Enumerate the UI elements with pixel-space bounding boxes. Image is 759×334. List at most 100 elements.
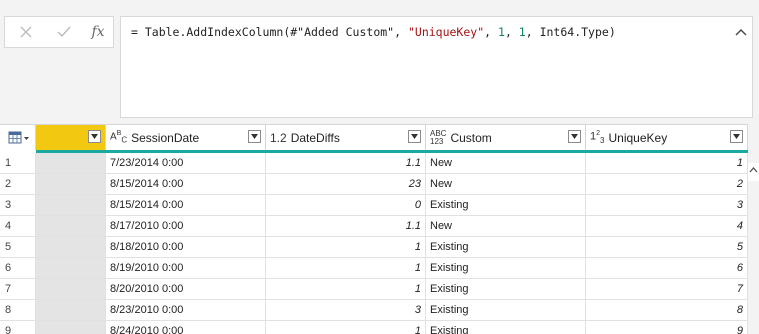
custom-cell[interactable]: New: [426, 174, 586, 195]
column-header-blank[interactable]: [36, 125, 106, 150]
blank-cell[interactable]: [36, 279, 106, 300]
uniquekey-cell[interactable]: 1: [586, 153, 748, 174]
formula-token: ,: [484, 25, 498, 39]
column-header-uniquekey[interactable]: 123 UniqueKey: [586, 125, 748, 150]
uniquekey-cell[interactable]: 3: [586, 195, 748, 216]
formula-token: ,: [394, 25, 408, 39]
datediffs-cell[interactable]: 3: [266, 300, 426, 321]
column-filter-dropdown[interactable]: [730, 130, 743, 143]
datediffs-cell[interactable]: 1: [266, 258, 426, 279]
column-filter-dropdown[interactable]: [408, 130, 421, 143]
collapse-formula-chevron-icon[interactable]: [734, 25, 748, 39]
row-number[interactable]: 1: [0, 153, 36, 174]
decimal-type-icon[interactable]: 1.2: [270, 131, 287, 145]
sessiondate-cell[interactable]: 8/24/2010 0:00: [106, 321, 266, 334]
table-row[interactable]: 3 8/15/2014 0:00 0 Existing 3: [0, 195, 748, 216]
datediffs-cell[interactable]: 1.1: [266, 153, 426, 174]
uniquekey-cell[interactable]: 7: [586, 279, 748, 300]
formula-bar-controls: fx: [0, 0, 118, 118]
uniquekey-cell[interactable]: 8: [586, 300, 748, 321]
formula-text[interactable]: = Table.AddIndexColumn(#"Added Custom" , …: [131, 25, 616, 39]
uniquekey-cell[interactable]: 2: [586, 174, 748, 195]
row-number[interactable]: 5: [0, 237, 36, 258]
column-header-datediffs[interactable]: 1.2 DateDiffs: [266, 125, 426, 150]
row-number[interactable]: 4: [0, 216, 36, 237]
blank-cell[interactable]: [36, 237, 106, 258]
uniquekey-cell[interactable]: 6: [586, 258, 748, 279]
table-row[interactable]: 2 8/15/2014 0:00 23 New 2: [0, 174, 748, 195]
custom-cell[interactable]: New: [426, 153, 586, 174]
chevron-down-icon: [733, 134, 740, 139]
commit-check-icon[interactable]: [50, 18, 78, 46]
formula-token: , Int64.Type): [525, 25, 616, 39]
column-filter-dropdown[interactable]: [88, 130, 101, 143]
custom-cell[interactable]: Existing: [426, 237, 586, 258]
sessiondate-cell[interactable]: 8/20/2010 0:00: [106, 279, 266, 300]
blank-cell[interactable]: [36, 300, 106, 321]
sessiondate-cell[interactable]: 8/17/2010 0:00: [106, 216, 266, 237]
sessiondate-cell[interactable]: 8/18/2010 0:00: [106, 237, 266, 258]
sessiondate-cell[interactable]: 8/15/2014 0:00: [106, 174, 266, 195]
table-row[interactable]: 7 8/20/2010 0:00 1 Existing 7: [0, 279, 748, 300]
table-row[interactable]: 6 8/19/2010 0:00 1 Existing 6: [0, 258, 748, 279]
scroll-up-arrow-icon[interactable]: [748, 163, 759, 181]
blank-cell[interactable]: [36, 174, 106, 195]
blank-cell[interactable]: [36, 195, 106, 216]
blank-cell[interactable]: [36, 153, 106, 174]
datediffs-cell[interactable]: 1: [266, 237, 426, 258]
formula-token: "Added Custom": [297, 25, 395, 39]
sessiondate-cell[interactable]: 7/23/2014 0:00: [106, 153, 266, 174]
datediffs-cell[interactable]: 23: [266, 174, 426, 195]
whole-number-type-icon[interactable]: 123: [590, 130, 604, 145]
uniquekey-cell[interactable]: 5: [586, 237, 748, 258]
sessiondate-cell[interactable]: 8/15/2014 0:00: [106, 195, 266, 216]
table-menu-button[interactable]: [0, 125, 36, 150]
row-number[interactable]: 8: [0, 300, 36, 321]
blank-cell[interactable]: [36, 321, 106, 334]
custom-cell[interactable]: Existing: [426, 321, 586, 334]
table-row[interactable]: 4 8/17/2010 0:00 1.1 New 4: [0, 216, 748, 237]
table-row[interactable]: 9 8/24/2010 0:00 1 Existing 9: [0, 321, 748, 334]
datediffs-cell[interactable]: 1.1: [266, 216, 426, 237]
fx-icon[interactable]: fx: [84, 18, 112, 46]
uniquekey-cell[interactable]: 9: [586, 321, 748, 334]
formula-token: = Table.AddIndexColumn(#: [131, 25, 298, 39]
custom-cell[interactable]: Existing: [426, 279, 586, 300]
sessiondate-cell[interactable]: 8/23/2010 0:00: [106, 300, 266, 321]
cancel-icon[interactable]: [12, 18, 40, 46]
table-row[interactable]: 1 7/23/2014 0:00 1.1 New 1: [0, 153, 748, 174]
text-type-icon[interactable]: ABC: [110, 130, 127, 144]
blank-cell[interactable]: [36, 216, 106, 237]
row-number[interactable]: 3: [0, 195, 36, 216]
uniquekey-cell[interactable]: 4: [586, 216, 748, 237]
row-number[interactable]: 6: [0, 258, 36, 279]
custom-cell[interactable]: New: [426, 216, 586, 237]
any-type-icon[interactable]: ABC 123: [430, 129, 446, 146]
formula-bar[interactable]: = Table.AddIndexColumn(#"Added Custom" , …: [120, 16, 753, 118]
custom-cell[interactable]: Existing: [426, 195, 586, 216]
formula-token: 1: [498, 25, 505, 39]
column-filter-dropdown[interactable]: [248, 130, 261, 143]
chevron-down-icon: [91, 134, 98, 139]
table-row[interactable]: 8 8/23/2010 0:00 3 Existing 8: [0, 300, 748, 321]
formula-token: ,: [504, 25, 519, 39]
datediffs-cell[interactable]: 1: [266, 279, 426, 300]
column-filter-dropdown[interactable]: [568, 130, 581, 143]
row-number[interactable]: 7: [0, 279, 36, 300]
row-number[interactable]: 9: [0, 321, 36, 334]
datediffs-cell[interactable]: 1: [266, 321, 426, 334]
column-header-custom[interactable]: ABC 123 Custom: [426, 125, 586, 150]
blank-cell[interactable]: [36, 258, 106, 279]
formula-token: "UniqueKey": [407, 25, 485, 39]
sessiondate-cell[interactable]: 8/19/2010 0:00: [106, 258, 266, 279]
chevron-down-icon: [411, 134, 418, 139]
custom-cell[interactable]: Existing: [426, 258, 586, 279]
row-number[interactable]: 2: [0, 174, 36, 195]
datediffs-cell[interactable]: 0: [266, 195, 426, 216]
table-row[interactable]: 5 8/18/2010 0:00 1 Existing 5: [0, 237, 748, 258]
chevron-down-icon: [251, 134, 258, 139]
custom-cell[interactable]: Existing: [426, 300, 586, 321]
formula-token: 1: [518, 25, 526, 39]
column-header-sessiondate[interactable]: ABC SessionDate: [106, 125, 266, 150]
table-icon[interactable]: [8, 131, 32, 145]
